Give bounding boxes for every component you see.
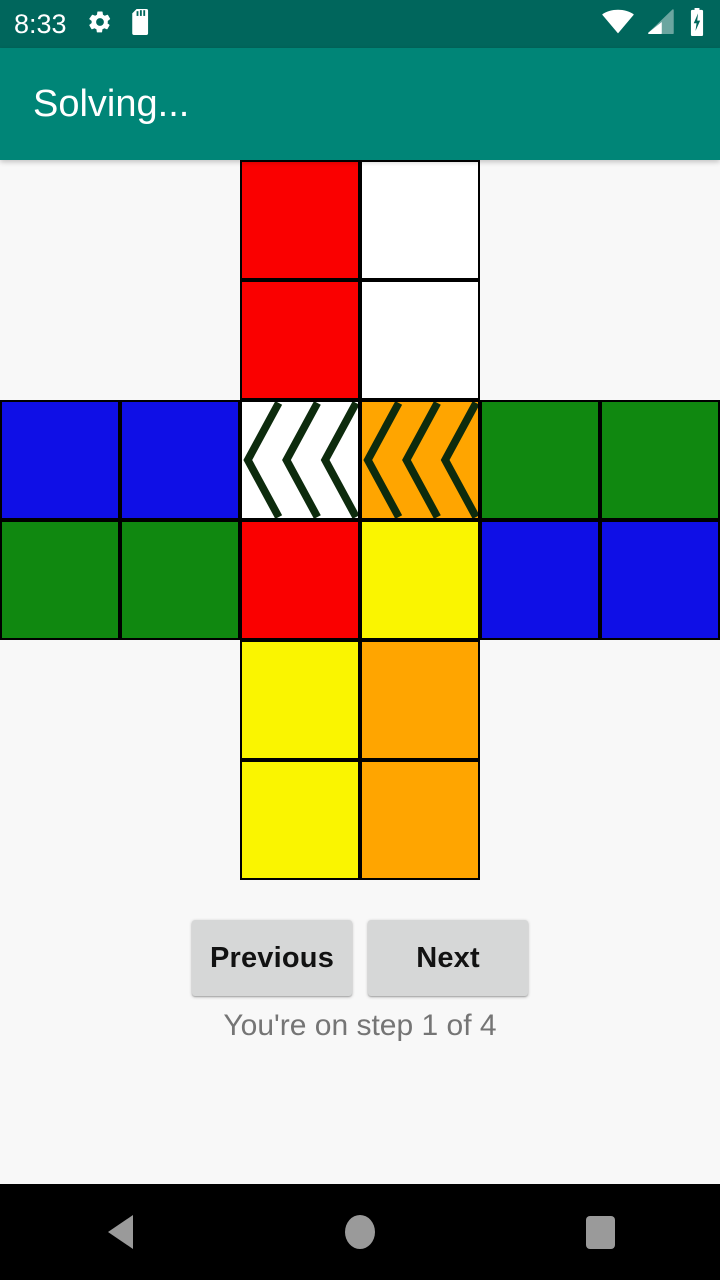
status-bar: 8:33 xyxy=(0,0,720,48)
net-cell-empty xyxy=(0,640,120,760)
net-cell-empty xyxy=(480,640,600,760)
net-cell[interactable] xyxy=(240,280,360,400)
recents-icon xyxy=(585,1215,615,1249)
net-cell[interactable] xyxy=(240,640,360,760)
net-cell-empty xyxy=(0,280,120,400)
cube-net-grid xyxy=(0,160,720,880)
net-cell-empty xyxy=(120,640,240,760)
net-cell-empty xyxy=(120,160,240,280)
nav-home-button[interactable] xyxy=(300,1184,420,1280)
net-cell-empty xyxy=(600,280,720,400)
net-cell[interactable] xyxy=(240,400,360,520)
net-cell[interactable] xyxy=(480,400,600,520)
step-status-text: You're on step 1 of 4 xyxy=(223,1009,497,1042)
back-icon xyxy=(107,1215,133,1249)
net-cell-empty xyxy=(600,760,720,880)
status-bar-right-icons xyxy=(602,7,706,41)
net-cell-empty xyxy=(600,160,720,280)
android-nav-bar xyxy=(0,1184,720,1280)
net-cell-empty xyxy=(120,280,240,400)
net-cell-empty xyxy=(0,760,120,880)
net-cell[interactable] xyxy=(240,760,360,880)
net-cell[interactable] xyxy=(120,520,240,640)
gear-icon xyxy=(87,9,113,40)
battery-charging-icon xyxy=(688,7,706,41)
nav-back-button[interactable] xyxy=(60,1184,180,1280)
net-cell-empty xyxy=(480,760,600,880)
rotation-arrows-left-icon xyxy=(243,402,358,518)
step-controls: Previous Next xyxy=(0,920,720,996)
next-button[interactable]: Next xyxy=(368,920,529,996)
wifi-icon xyxy=(602,9,634,40)
net-cell-empty xyxy=(480,280,600,400)
net-cell[interactable] xyxy=(360,520,480,640)
net-cell[interactable] xyxy=(480,520,600,640)
net-cell-empty xyxy=(480,160,600,280)
net-cell[interactable] xyxy=(360,280,480,400)
net-cell[interactable] xyxy=(360,760,480,880)
net-cell-empty xyxy=(0,160,120,280)
rotation-arrows-left-icon xyxy=(363,402,478,518)
app-screen: 8:33 Solving... Previous Next You're on … xyxy=(0,0,720,1280)
net-cell[interactable] xyxy=(360,160,480,280)
cellular-signal-icon xyxy=(647,8,675,40)
net-cell[interactable] xyxy=(360,400,480,520)
net-cell[interactable] xyxy=(0,400,120,520)
status-bar-clock: 8:33 xyxy=(14,8,67,39)
net-cell[interactable] xyxy=(240,160,360,280)
net-cell[interactable] xyxy=(0,520,120,640)
nav-recents-button[interactable] xyxy=(540,1184,660,1280)
sd-card-icon xyxy=(131,8,153,40)
home-icon xyxy=(345,1215,375,1249)
net-cell[interactable] xyxy=(240,520,360,640)
net-cell-empty xyxy=(600,640,720,760)
app-bar: Solving... xyxy=(0,48,720,160)
net-cell[interactable] xyxy=(600,400,720,520)
net-cell[interactable] xyxy=(120,400,240,520)
net-cell[interactable] xyxy=(360,640,480,760)
status-bar-left-icons xyxy=(87,8,153,40)
net-cell-empty xyxy=(120,760,240,880)
previous-button[interactable]: Previous xyxy=(191,920,353,996)
net-cell[interactable] xyxy=(600,520,720,640)
page-title: Solving... xyxy=(33,83,190,125)
